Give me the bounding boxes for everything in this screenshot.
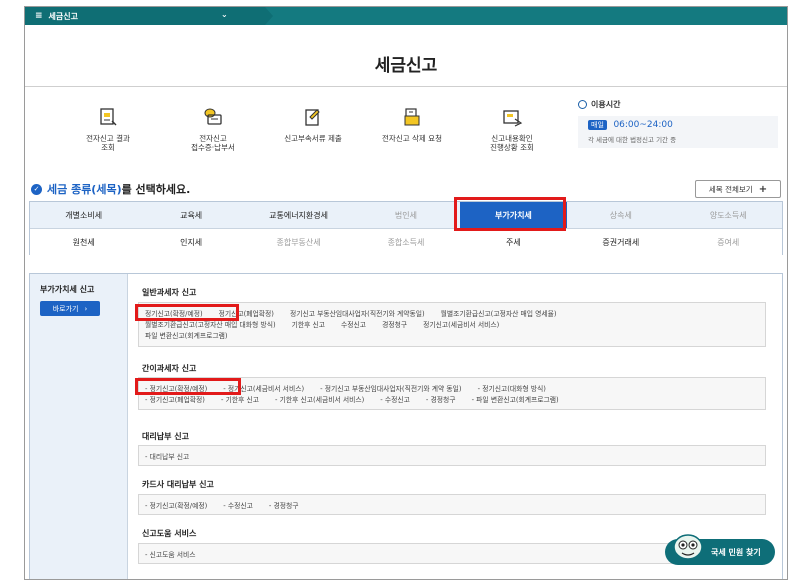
link-correction-claim[interactable]: 경정청구 [382, 319, 407, 329]
clock-icon [578, 100, 587, 109]
link-real-estate-lessor[interactable]: 정기신고 부동산임대사업자(직전기와 계약동일) [290, 308, 425, 318]
card-group-title: 카드사 대리납부 신고 [142, 480, 214, 489]
tax-item-gift[interactable]: 증여세 [675, 229, 782, 255]
check-circle-icon: ✓ [31, 183, 42, 195]
hours-title-row: 이용시간 [578, 99, 778, 110]
hours-time-row: 매일 06:00~24:00 [588, 120, 768, 130]
tax-item-stamp[interactable]: 인지세 [137, 229, 244, 255]
hours-time: 06:00~24:00 [613, 120, 673, 130]
highlight-box [454, 197, 566, 231]
plus-icon: + [758, 183, 768, 195]
panel-side: 부가가치세 신고 바로가기 › [30, 274, 128, 579]
service-label: 전자신고 삭제 요청 [382, 134, 442, 143]
service-label: 신고부속서류 제출 [284, 134, 342, 143]
link-simple-interactive[interactable]: - 정기신고(대화형 방식) [478, 383, 546, 393]
list-line: - 정기신고(확정/예정) - 수정신고 - 경정청구 [145, 499, 759, 510]
link-card-regular[interactable]: - 정기신고(확정/예정) [145, 500, 207, 510]
hours-title: 이용시간 [591, 100, 621, 109]
daily-badge: 매일 [588, 120, 607, 130]
highlight-box [135, 304, 239, 321]
fab-label: 국세 민원 찾기 [711, 547, 761, 557]
highlight-box [135, 378, 241, 395]
tax-item-corporate[interactable]: 법인세 [352, 202, 459, 228]
link-simple-real-estate[interactable]: - 정기신고 부동산임대사업자(직전기와 계약 동일) [320, 383, 461, 393]
heading-rest: 를 선택하세요. [121, 183, 191, 196]
tax-item-comprehensive-real-estate[interactable]: 종합부동산세 [245, 229, 352, 255]
hours-note: 각 세금에 대한 법정신고 기간 중 [588, 136, 677, 144]
progress-check-icon [501, 107, 523, 127]
tax-item-withholding[interactable]: 원천세 [30, 229, 137, 255]
link-agent-report[interactable]: - 대리납부 신고 [145, 451, 189, 461]
tax-item-individual-consumption[interactable]: 개별소비세 [30, 202, 137, 228]
view-all-tax-button[interactable]: 세목 전체보기 + [695, 180, 781, 198]
service-document-submit[interactable]: 신고부속서류 제출 [263, 107, 363, 143]
mascot-icon [673, 534, 703, 560]
link-late-report[interactable]: 기한후 신고 [292, 319, 325, 329]
link-help-service[interactable]: - 신고도움 서비스 [145, 549, 196, 559]
service-hours: 이용시간 매일 06:00~24:00 각 세금에 대한 법정신고 기간 중 [578, 99, 778, 159]
service-label: 신고내용확인 진행상황 조회 [490, 134, 534, 152]
list-line: 파일 변환신고(회계프로그램) [145, 329, 759, 340]
chevron-down-icon: ⌄ [221, 10, 228, 19]
hamburger-icon: ≡ [35, 11, 43, 21]
service-progress-check[interactable]: 신고내용확인 진행상황 조회 [462, 107, 562, 152]
tax-row: 원천세 인지세 종합부동산세 종합소득세 주세 증권거래세 증여세 [30, 228, 782, 255]
link-card-correction[interactable]: - 경정청구 [269, 500, 299, 510]
agent-group-box: - 대리납부 신고 [138, 445, 766, 466]
tax-item-inheritance[interactable]: 상속세 [567, 202, 674, 228]
help-group-title: 신고도움 서비스 [142, 529, 197, 538]
tax-item-capital-gains[interactable]: 양도소득세 [675, 202, 782, 228]
receipt-icon [202, 107, 224, 127]
link-simple-correction[interactable]: - 경정청구 [426, 394, 456, 404]
divider [25, 86, 787, 87]
tax-item-education[interactable]: 교육세 [137, 202, 244, 228]
report-result-icon [97, 107, 119, 127]
link-simple-amended[interactable]: - 수정신고 [380, 394, 410, 404]
find-civil-service-button[interactable]: 국세 민원 찾기 [665, 534, 775, 565]
document-submit-icon [302, 107, 324, 127]
service-label: 전자신고 결과 조회 [86, 134, 130, 152]
tax-type-heading: ✓ 세금 종류(세목) 를 선택하세요. [31, 181, 190, 197]
service-delete-request[interactable]: 전자신고 삭제 요청 [362, 107, 462, 143]
page-title: 세금신고 [374, 56, 438, 76]
menu-label: 세금신고 [48, 11, 78, 21]
service-label: 전자신고 접수증·납부서 [191, 134, 235, 152]
link-amended-report[interactable]: 수정신고 [341, 319, 366, 329]
link-tax-secretary[interactable]: 정기신고(세금비서 서비스) [423, 319, 499, 329]
link-simple-late[interactable]: - 기한후 신고 [221, 394, 259, 404]
trash-icon [401, 107, 423, 127]
tax-item-comprehensive-income[interactable]: 종합소득세 [352, 229, 459, 255]
go-button[interactable]: 바로가기 › [40, 301, 100, 316]
tax-type-grid: 개별소비세 교육세 교통에너지환경세 법인세 부가가치세 상속세 양도소득세 원… [29, 201, 783, 255]
go-label: 바로가기 [52, 304, 79, 313]
service-receipt[interactable]: 전자신고 접수증·납부서 [163, 107, 263, 152]
link-simple-late-secretary[interactable]: - 기한후 신고(세금비서 서비스) [275, 394, 364, 404]
tax-item-securities-transaction[interactable]: 증권거래세 [567, 229, 674, 255]
link-simple-closure[interactable]: - 정기신고(폐업확정) [145, 394, 205, 404]
link-simple-file-conversion[interactable]: - 파일 변환신고(회계프로그램) [472, 394, 559, 404]
agent-group-title: 대리납부 신고 [142, 432, 189, 441]
service-report-result[interactable]: 전자신고 결과 조회 [58, 107, 158, 152]
menu-dropdown[interactable]: ≡ 세금신고 ⌄ [25, 7, 265, 25]
general-group-title: 일반과세자 신고 [142, 288, 197, 297]
tax-row: 개별소비세 교육세 교통에너지환경세 법인세 부가가치세 상속세 양도소득세 [30, 202, 782, 228]
side-title: 부가가치세 신고 [40, 285, 95, 294]
card-group-box: - 정기신고(확정/예정) - 수정신고 - 경정청구 [138, 494, 766, 515]
heading-highlight: 세금 종류(세목) [47, 183, 122, 196]
top-bar: ≡ 세금신고 ⌄ [25, 7, 787, 25]
page-frame: ≡ 세금신고 ⌄ 세금신고 전자신고 결과 조회 전자신고 접수증·납부서 신고… [24, 6, 788, 580]
tax-item-liquor[interactable]: 주세 [460, 229, 567, 255]
link-early-refund-zero[interactable]: 월별조기환급신고(고정자산 매입 영세율) [441, 308, 557, 318]
simple-group-title: 간이과세자 신고 [142, 364, 197, 373]
breadcrumb-arrow [265, 7, 273, 25]
list-line: - 대리납부 신고 [145, 450, 759, 461]
link-card-amended[interactable]: - 수정신고 [223, 500, 253, 510]
view-all-label: 세목 전체보기 [708, 184, 753, 194]
tax-item-transport-energy[interactable]: 교통에너지환경세 [245, 202, 352, 228]
hours-box: 매일 06:00~24:00 각 세금에 대한 법정신고 기간 중 [578, 116, 778, 148]
link-file-conversion[interactable]: 파일 변환신고(회계프로그램) [145, 330, 228, 340]
chevron-right-icon: › [84, 304, 88, 313]
